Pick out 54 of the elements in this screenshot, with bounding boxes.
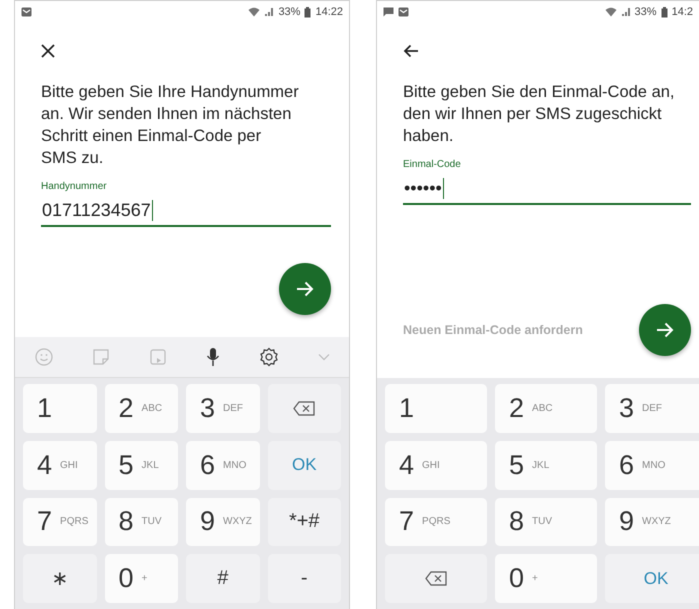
- number-key[interactable]: 0 +: [495, 554, 597, 603]
- symbol-key[interactable]: ∗: [23, 554, 96, 603]
- number-key[interactable]: 4 GHI: [385, 440, 487, 490]
- number-key[interactable]: 4 GHI: [23, 440, 96, 490]
- number-key[interactable]: 6 MNO: [605, 440, 699, 490]
- wifi-icon: [604, 7, 617, 17]
- number-key[interactable]: 9 WXYZ: [186, 498, 260, 546]
- instruction-text: Bitte geben Sie den Einmal-Code an, den wir Ihnen per SMS zugeschickt haben.: [403, 82, 676, 147]
- number-key[interactable]: 2 ABC: [495, 384, 597, 433]
- input-field[interactable]: 01711234567: [41, 198, 331, 227]
- chat-icon: [383, 7, 394, 17]
- settings-icon[interactable]: [258, 347, 278, 367]
- arrow-right-icon: [296, 281, 314, 297]
- status-time: 14:2: [672, 6, 693, 18]
- signal-icon: [264, 7, 274, 17]
- back-arrow-icon[interactable]: [403, 44, 419, 58]
- battery-icon: [660, 6, 668, 18]
- number-key[interactable]: 9 WXYZ: [605, 498, 699, 546]
- number-key[interactable]: 8 TUV: [495, 498, 597, 546]
- number-key[interactable]: 3 DEF: [186, 384, 260, 433]
- symbol-key[interactable]: *+#: [268, 498, 341, 546]
- battery-percentage: 33%: [278, 6, 300, 18]
- field-label: Handynummer: [41, 181, 107, 192]
- field-label: Einmal-Code: [403, 159, 461, 170]
- number-key[interactable]: 5 JKL: [495, 440, 597, 490]
- signal-icon: [620, 7, 631, 17]
- input-field[interactable]: ••••••: [403, 176, 691, 205]
- instruction-text: Bitte geben Sie Ihre Handynummer an. Wir senden Ihnen im nächsten Schritt einen Einmal-Code per SMS zu.: [41, 82, 300, 169]
- wifi-icon: [248, 7, 260, 17]
- number-key[interactable]: 7 PQRS: [23, 498, 96, 546]
- number-key[interactable]: 8 TUV: [104, 498, 178, 546]
- backspace-icon: [293, 400, 316, 416]
- mail-icon: [21, 7, 32, 17]
- close-icon[interactable]: [41, 44, 55, 58]
- battery-percentage: 33%: [634, 6, 657, 18]
- symbol-key[interactable]: #: [186, 554, 260, 603]
- next-button[interactable]: [279, 263, 331, 315]
- number-key[interactable]: 3 DEF: [605, 384, 699, 433]
- mail-icon: [398, 7, 409, 17]
- status-time: 14:22: [315, 6, 343, 18]
- arrow-right-icon: [656, 322, 674, 338]
- number-key[interactable]: 0 +: [104, 554, 178, 603]
- number-key[interactable]: 6 MNO: [186, 440, 260, 490]
- microphone-icon[interactable]: [206, 347, 220, 367]
- symbol-key[interactable]: -: [268, 554, 341, 603]
- number-key[interactable]: 7 PQRS: [385, 498, 487, 546]
- backspace-key[interactable]: [268, 384, 341, 433]
- number-key[interactable]: 1: [385, 384, 487, 433]
- number-key[interactable]: 2 ABC: [104, 384, 178, 433]
- number-key[interactable]: 1: [23, 384, 96, 433]
- backspace-icon: [425, 571, 447, 586]
- next-button[interactable]: [639, 304, 691, 356]
- number-key[interactable]: 5 JKL: [104, 440, 178, 490]
- battery-icon: [304, 6, 312, 18]
